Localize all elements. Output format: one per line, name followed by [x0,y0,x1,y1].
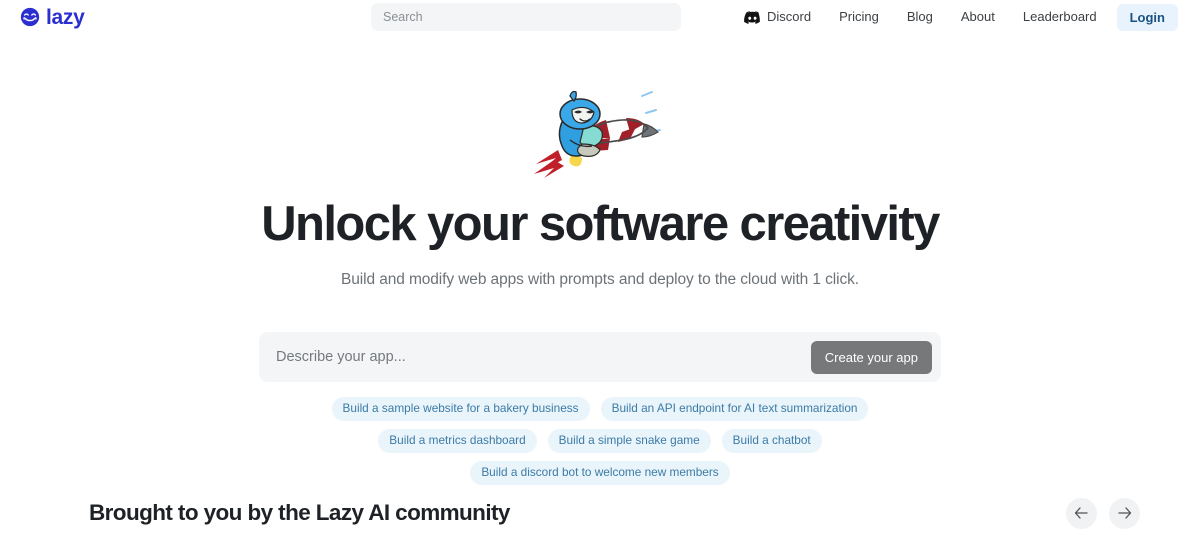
nav-item-about[interactable]: About [947,0,1009,34]
suggestion-chip[interactable]: Build an API endpoint for AI text summar… [600,397,869,422]
arrow-left-icon [1074,507,1089,519]
nav-item-leaderboard[interactable]: Leaderboard [1009,0,1111,34]
site-header: lazy Discord Pricing Blog About Leaderbo… [0,0,1200,34]
suggestion-chip[interactable]: Build a metrics dashboard [378,429,537,453]
app-prompt-box[interactable]: Create your app [259,332,941,383]
nav-label-leaderboard: Leaderboard [1022,9,1097,24]
nav-label-discord: Discord [767,9,812,24]
search-box[interactable] [371,3,681,31]
nav-label-blog: Blog [906,9,933,24]
brand-name: lazy [46,5,85,29]
main-nav: Discord Pricing Blog About Leaderboard L… [730,0,1178,34]
brand-logo[interactable]: lazy [20,7,85,28]
suggestion-chip[interactable]: Build a sample website for a bakery busi… [331,397,590,422]
hero-subtitle: Build and modify web apps with prompts a… [341,271,859,289]
nav-item-discord[interactable]: Discord [730,0,825,34]
search-input[interactable] [371,3,681,31]
carousel-next-button[interactable] [1109,497,1140,529]
carousel-prev-button[interactable] [1066,497,1097,529]
nav-label-pricing: Pricing [839,9,879,24]
community-heading: Brought to you by the Lazy AI community [89,500,510,525]
page-title: Unlock your software creativity [261,197,940,251]
nav-item-blog[interactable]: Blog [893,0,947,34]
community-section: Brought to you by the Lazy AI community [0,487,1200,539]
suggestion-chip[interactable]: Build a discord bot to welcome new membe… [470,460,730,485]
nav-item-pricing[interactable]: Pricing [825,0,893,34]
suggestion-chip[interactable]: Build a chatbot [721,429,822,453]
arrow-right-icon [1117,507,1132,519]
sloth-riding-rocket-icon [530,90,670,184]
hero-section: Unlock your software creativity Build an… [0,34,1200,485]
suggestion-chip[interactable]: Build a simple snake game [547,429,711,453]
create-app-button[interactable]: Create your app [810,340,932,374]
discord-icon [744,10,761,24]
describe-app-input[interactable] [276,349,811,366]
nav-label-about: About [960,9,995,24]
carousel-controls [1066,497,1140,529]
suggestion-chips: Build a sample website for a bakery busi… [250,397,950,485]
sleepy-face-logo-icon [20,7,40,27]
login-button[interactable]: Login [1116,3,1178,31]
